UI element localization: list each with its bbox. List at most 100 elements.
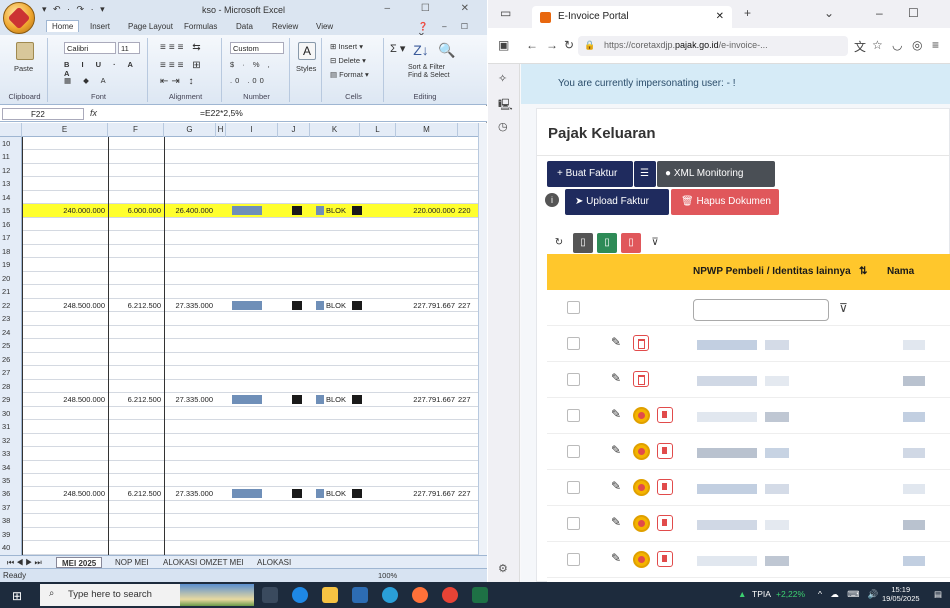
cell-n[interactable]: 227 [458, 487, 478, 498]
row-number[interactable]: 37 [0, 500, 22, 515]
store-icon[interactable] [352, 587, 368, 603]
edit-pencil-icon[interactable]: ✎ [611, 479, 621, 493]
cell-m[interactable]: 227.791.667 [396, 487, 458, 500]
row-number[interactable]: 34 [0, 460, 22, 474]
tab-page-layout[interactable]: Page Layout [128, 22, 173, 31]
insert-button[interactable]: ⊞ Insert ▾ [330, 42, 363, 51]
task-view-icon[interactable] [262, 587, 278, 603]
cell-g[interactable]: 27.335.000 [164, 299, 216, 312]
row-checkbox[interactable] [567, 373, 580, 386]
minimize-icon[interactable]: – [876, 6, 883, 20]
row-number[interactable]: 27 [0, 366, 22, 380]
sheet-row[interactable]: 39 [0, 527, 478, 542]
edit-pencil-icon[interactable]: ✎ [611, 407, 621, 421]
document-icon[interactable]: ▯ [573, 233, 593, 253]
row-number[interactable]: 19 [0, 258, 22, 272]
paste-icon[interactable] [16, 42, 34, 60]
sheet-row[interactable]: 33 [0, 447, 478, 461]
sort-filter-icon[interactable]: Z↓ [412, 42, 430, 60]
sidebar-toggle-icon[interactable]: ▣ [498, 38, 509, 52]
tab-home[interactable]: Home [46, 20, 80, 32]
row-number[interactable]: 23 [0, 312, 22, 326]
sheet-row[interactable]: 40 [0, 541, 478, 555]
col-header-k[interactable]: K [310, 123, 360, 137]
row-number[interactable]: 31 [0, 420, 22, 434]
edit-pencil-icon[interactable]: ✎ [611, 551, 621, 565]
notification-icon[interactable]: ▤ [934, 589, 942, 600]
translate-icon[interactable]: 文 [854, 38, 866, 55]
cell-k-blok[interactable]: BLOK [326, 487, 346, 500]
sheet-row[interactable]: 27 [0, 366, 478, 380]
row-number[interactable]: 32 [0, 433, 22, 448]
sheet-row[interactable]: 31 [0, 420, 478, 434]
row-number[interactable]: 17 [0, 231, 22, 245]
styles-button[interactable]: Styles [296, 64, 316, 73]
sheet-row[interactable]: 26 [0, 352, 478, 367]
cell-e[interactable]: 248.500.000 [22, 393, 108, 406]
filter-icon[interactable]: ⊽ [839, 301, 848, 315]
table-row[interactable]: ✎ [547, 470, 950, 506]
edge-icon[interactable] [292, 587, 308, 603]
sheet-row[interactable]: 13 [0, 177, 478, 191]
sheet-row[interactable]: 30 [0, 406, 478, 421]
cell-e[interactable]: 248.500.000 [22, 299, 108, 312]
firefox-icon[interactable] [412, 587, 428, 603]
pdf-icon[interactable] [657, 551, 673, 567]
sheet-row[interactable]: 34 [0, 460, 478, 474]
cell-m[interactable]: 227.791.667 [396, 393, 458, 406]
list-menu-icon[interactable]: ☰ [634, 161, 656, 187]
align-buttons-2[interactable]: ≡≡≡ ⊞ [160, 60, 204, 71]
forward-icon[interactable]: → [546, 38, 558, 52]
row-number[interactable]: 11 [0, 150, 22, 164]
sheet-row[interactable]: 15 240.000.000 6.000.000 26.400.000 220.000.… [0, 204, 478, 218]
status-coin-icon[interactable] [633, 551, 650, 568]
select-all-checkbox[interactable] [567, 301, 580, 314]
sheet-row[interactable]: 12 [0, 163, 478, 178]
col-header-e[interactable]: E [22, 123, 108, 137]
vertical-scrollbar[interactable] [478, 123, 487, 555]
row-number[interactable]: 20 [0, 271, 22, 286]
fx-icon[interactable]: fx [90, 108, 97, 118]
file-explorer-icon[interactable] [322, 587, 338, 603]
pdf-icon[interactable] [657, 479, 673, 495]
col-npwp[interactable]: NPWP Pembeli / Identitas lainnya [693, 266, 851, 277]
pdf-export-icon[interactable]: ▯ [621, 233, 641, 253]
history-icon[interactable]: ◷ [498, 120, 508, 133]
status-coin-icon[interactable] [633, 515, 650, 532]
sheet-nav-arrows[interactable]: ⏮◀▶⏭ [2, 557, 49, 568]
settings-gear-icon[interactable]: ⚙ [498, 562, 508, 575]
sheet-row[interactable]: 36 248.500.000 6.212.500 27.335.000 227.791.… [0, 487, 478, 501]
indent-buttons[interactable]: ⇤⇥ ↕ [160, 76, 197, 87]
cell-e[interactable]: 240.000.000 [22, 204, 108, 217]
cell-n[interactable]: 220 [458, 204, 478, 215]
edit-pencil-icon[interactable]: ✎ [611, 515, 621, 529]
sheet-row[interactable]: 16 [0, 217, 478, 232]
table-row[interactable]: ✎ [547, 506, 950, 542]
chrome-icon[interactable] [442, 587, 458, 603]
cell-k-blok[interactable]: BLOK [326, 393, 346, 406]
decimal-buttons[interactable]: .0 .00 [230, 76, 267, 85]
col-header-l[interactable]: L [360, 123, 396, 137]
tab-data[interactable]: Data [236, 22, 253, 31]
font-size-select[interactable]: 11 [118, 42, 140, 54]
new-tab-icon[interactable]: + [744, 6, 751, 20]
row-number[interactable]: 40 [0, 541, 22, 555]
browser-tab-e-invoice[interactable]: E-Invoice Portal ✕ [532, 6, 732, 28]
status-coin-icon[interactable] [633, 443, 650, 460]
system-tray-icons[interactable]: ^ ☁ ⌨ 🔊 [818, 589, 881, 600]
cell-k-blok[interactable]: BLOK [326, 204, 346, 217]
row-number[interactable]: 10 [0, 137, 22, 151]
paste-button[interactable]: Paste [14, 64, 33, 73]
col-header-g[interactable]: G [164, 123, 216, 137]
pdf-icon[interactable] [657, 407, 673, 423]
edit-pencil-icon[interactable]: ✎ [611, 443, 621, 457]
row-number[interactable]: 12 [0, 163, 22, 178]
maximize-icon[interactable]: ☐ [908, 6, 919, 20]
autosum-icon[interactable]: Σ ▾ [390, 42, 405, 55]
sheet-row[interactable]: 29 248.500.000 6.212.500 27.335.000 227.791.… [0, 393, 478, 407]
col-header-h[interactable]: H [216, 123, 226, 137]
zoom-level[interactable]: 100% [378, 571, 397, 580]
row-number[interactable]: 14 [0, 190, 22, 205]
list-tabs-icon[interactable]: ⌄ [824, 6, 834, 20]
row-number[interactable]: 15 [0, 204, 22, 218]
